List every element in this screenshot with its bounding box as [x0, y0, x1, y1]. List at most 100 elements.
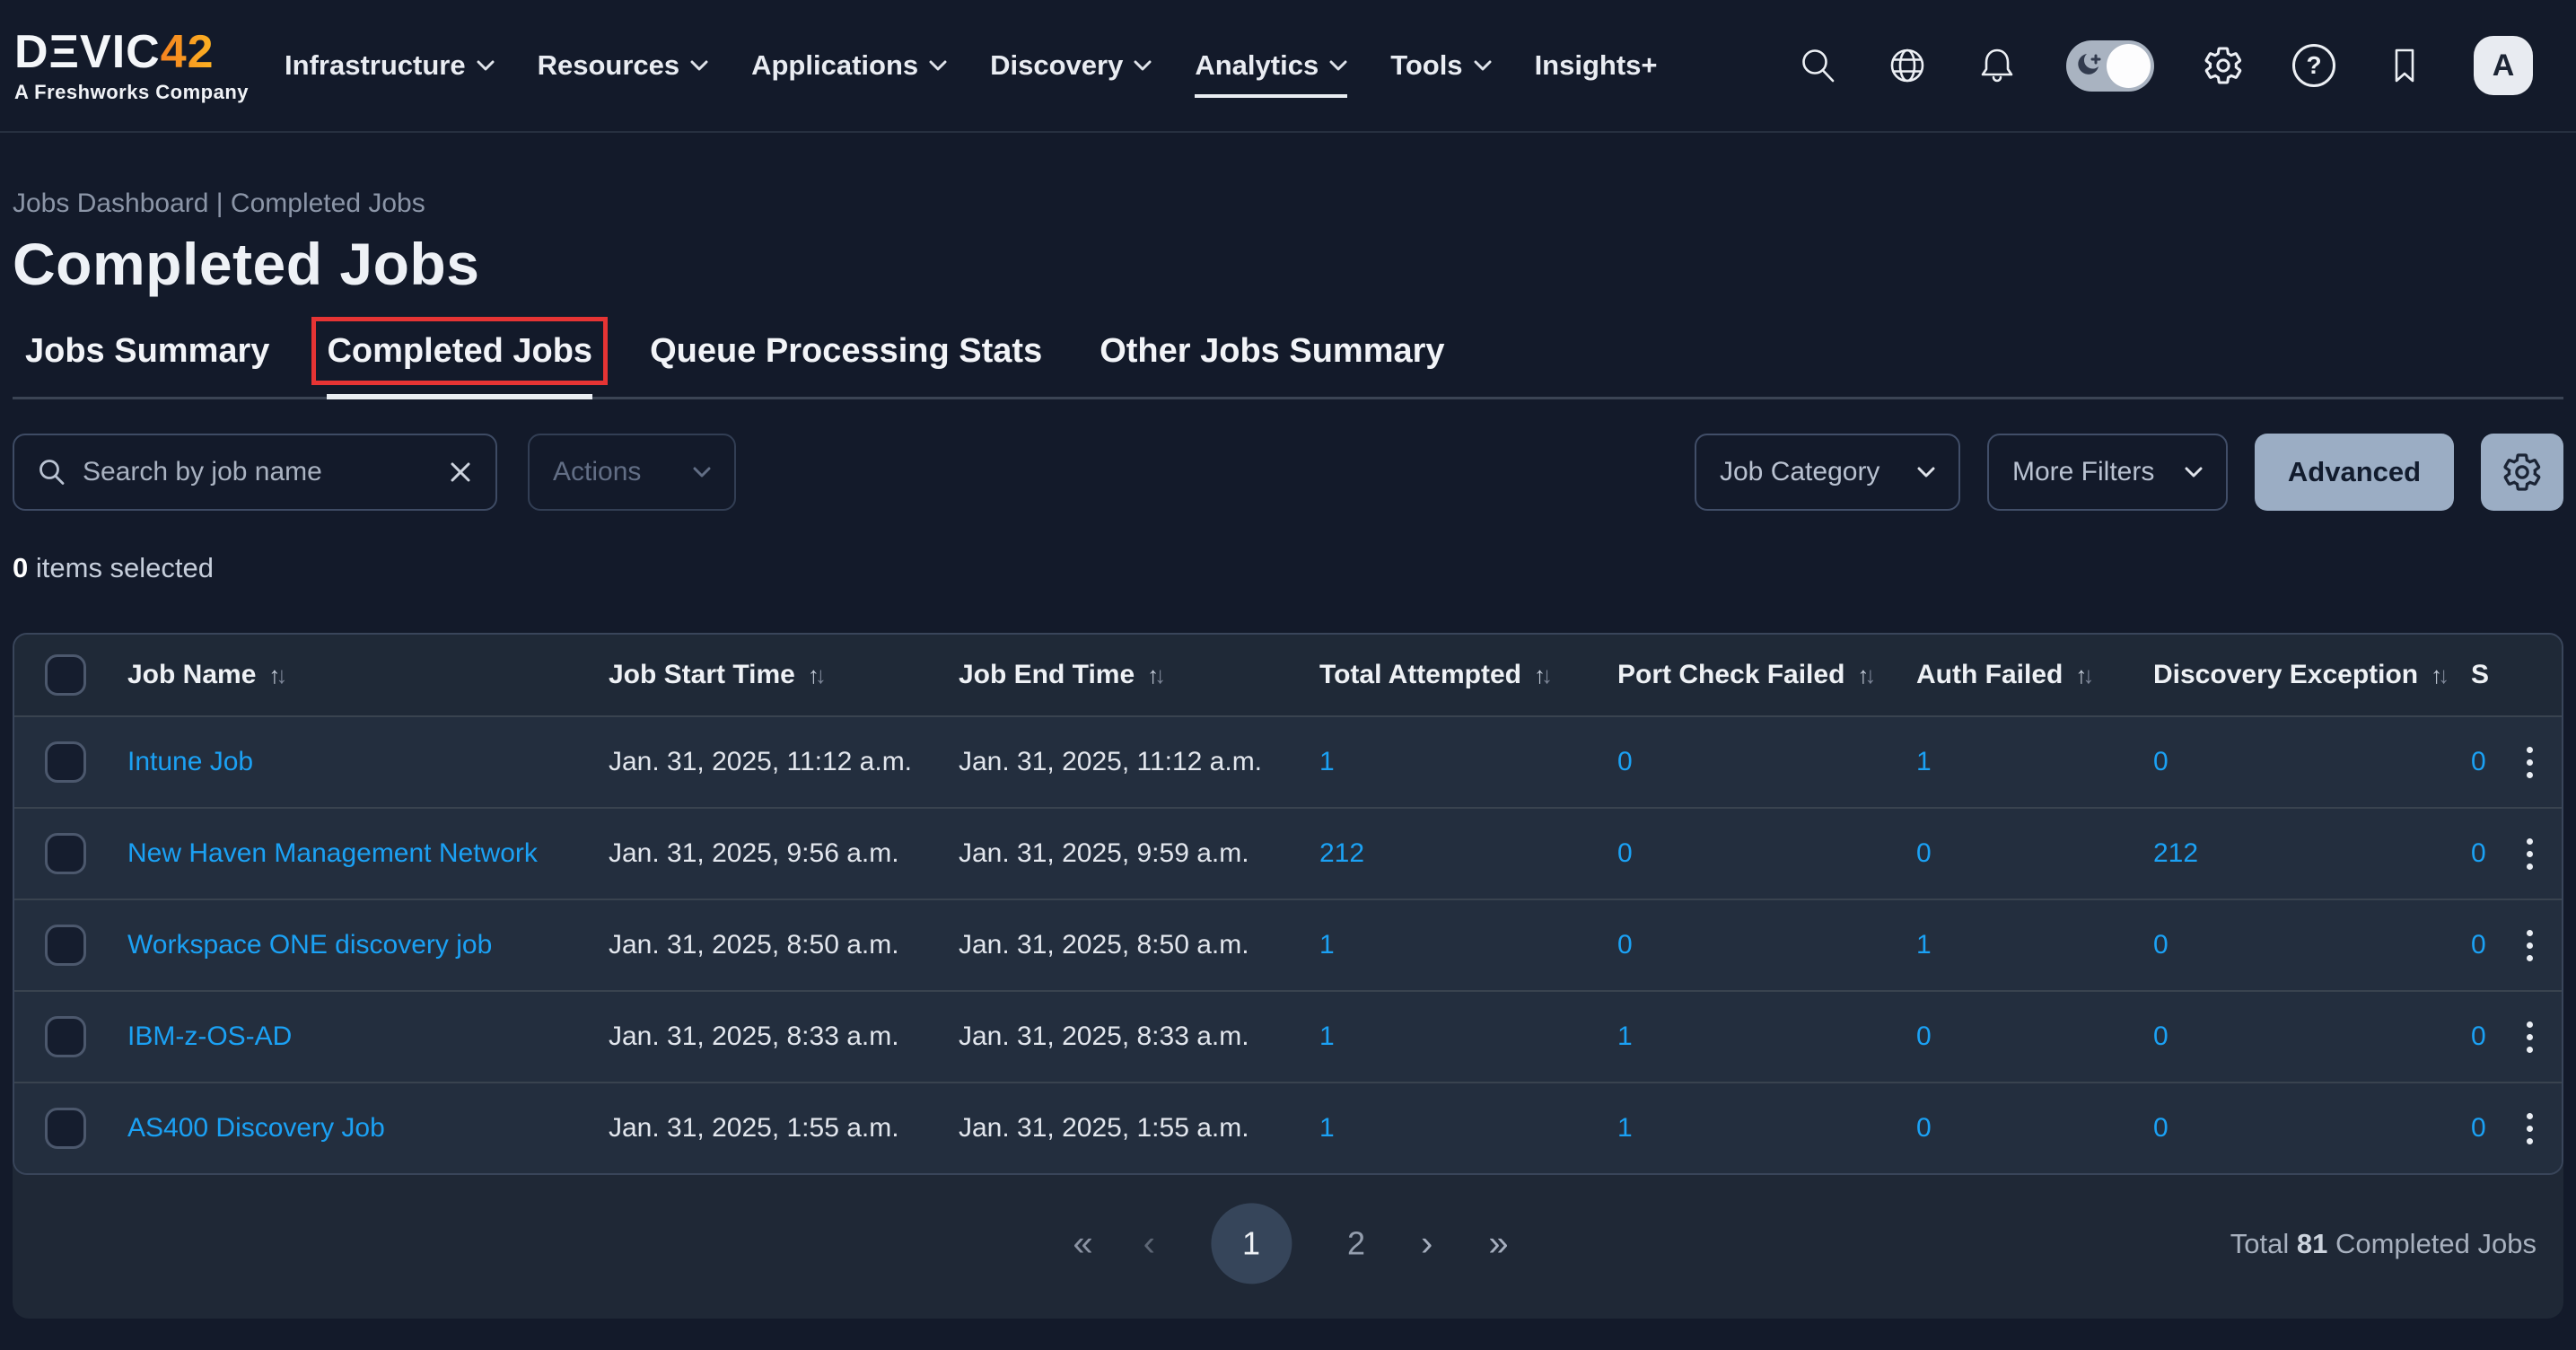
row-checkbox[interactable] [45, 1108, 86, 1149]
row-checkbox[interactable] [45, 833, 86, 874]
search-icon[interactable] [1797, 45, 1838, 86]
row-checkbox[interactable] [45, 1016, 86, 1057]
row-actions-kebab-icon[interactable] [2521, 833, 2538, 875]
sort-icon: ↑↓ [808, 662, 827, 689]
job-category-dropdown[interactable]: Job Category [1695, 434, 1960, 511]
total-attempted-link[interactable]: 1 [1319, 930, 1617, 960]
job-start-time: Jan. 31, 2025, 11:12 a.m. [609, 747, 959, 777]
auth-failed-link[interactable]: 0 [1916, 1021, 2153, 1052]
port-check-failed-link[interactable]: 0 [1617, 930, 1916, 960]
nav-item-insights-plus[interactable]: Insights+ [1535, 33, 1658, 98]
nav-item-analytics[interactable]: Analytics [1195, 33, 1347, 98]
row-checkbox[interactable] [45, 741, 86, 783]
search-box[interactable] [13, 434, 497, 511]
bookmark-icon[interactable] [2384, 45, 2425, 86]
discovery-exception-link[interactable]: 0 [2153, 1021, 2471, 1052]
breadcrumb[interactable]: Jobs Dashboard | Completed Jobs [13, 188, 2563, 219]
tab-queue-processing-stats[interactable]: Queue Processing Stats [650, 332, 1042, 399]
user-avatar[interactable]: A [2474, 36, 2533, 95]
tabs-bar: Jobs Summary Completed Jobs Queue Proces… [13, 332, 2563, 399]
port-check-failed-link[interactable]: 0 [1617, 747, 1916, 777]
discovery-exception-link[interactable]: 0 [2153, 930, 2471, 960]
job-name-link[interactable]: IBM-z-OS-AD [127, 1021, 609, 1052]
help-icon[interactable]: ? [2292, 44, 2335, 87]
theme-toggle[interactable] [2066, 40, 2154, 92]
column-header-auth-failed[interactable]: Auth Failed ↑↓ [1916, 660, 2153, 690]
total-attempted-link[interactable]: 1 [1319, 1021, 1617, 1052]
job-name-link[interactable]: New Haven Management Network [127, 838, 609, 869]
table-settings-button[interactable] [2481, 434, 2563, 511]
auth-failed-link[interactable]: 0 [1916, 838, 2153, 869]
search-icon [36, 457, 66, 487]
auth-failed-link[interactable]: 1 [1916, 747, 2153, 777]
discovery-exception-link[interactable]: 212 [2153, 838, 2471, 869]
row-actions-kebab-icon[interactable] [2521, 925, 2538, 967]
discovery-exception-link[interactable]: 0 [2153, 747, 2471, 777]
pagination-first-icon[interactable]: « [1073, 1225, 1087, 1261]
port-check-failed-link[interactable]: 1 [1617, 1113, 1916, 1144]
total-attempted-link[interactable]: 212 [1319, 838, 1617, 869]
port-check-failed-link[interactable]: 1 [1617, 1021, 1916, 1052]
sort-icon: ↑↓ [1147, 662, 1166, 689]
nav-item-tools[interactable]: Tools [1390, 33, 1491, 98]
row-actions-kebab-icon[interactable] [2521, 741, 2538, 784]
chevron-down-icon [2185, 467, 2203, 478]
advanced-button[interactable]: Advanced [2255, 434, 2454, 511]
column-header-total-attempted[interactable]: Total Attempted ↑↓ [1319, 660, 1617, 690]
job-name-link[interactable]: Intune Job [127, 747, 609, 777]
settings-gear-icon[interactable] [2203, 45, 2244, 86]
pagination: « ‹ 1 2 › » [1073, 1203, 1503, 1284]
logo-text: DΞVIC42 [14, 29, 249, 75]
sort-icon: ↑↓ [2431, 662, 2449, 689]
tab-jobs-summary[interactable]: Jobs Summary [25, 332, 269, 399]
column-header-port-check-failed[interactable]: Port Check Failed ↑↓ [1617, 660, 1916, 690]
s-column-link[interactable]: 0 [2471, 838, 2521, 869]
column-header-job-start-time[interactable]: Job Start Time ↑↓ [609, 660, 959, 690]
s-column-link[interactable]: 0 [2471, 1113, 2521, 1144]
tab-other-jobs-summary[interactable]: Other Jobs Summary [1100, 332, 1444, 399]
discovery-exception-link[interactable]: 0 [2153, 1113, 2471, 1144]
chevron-down-icon [690, 60, 708, 72]
nav-item-resources[interactable]: Resources [538, 33, 709, 98]
pagination-next-icon[interactable]: › [1421, 1225, 1433, 1261]
s-column-link[interactable]: 0 [2471, 1021, 2521, 1052]
actions-dropdown[interactable]: Actions [528, 434, 736, 511]
nav-item-infrastructure[interactable]: Infrastructure [285, 33, 495, 98]
main-nav: Infrastructure Resources Applications Di… [285, 33, 1657, 98]
pagination-page-1[interactable]: 1 [1211, 1203, 1292, 1284]
sort-icon: ↑↓ [268, 662, 287, 689]
device42-logo[interactable]: DΞVIC42 A Freshworks Company [14, 29, 249, 102]
auth-failed-link[interactable]: 0 [1916, 1113, 2153, 1144]
tab-completed-jobs[interactable]: Completed Jobs [327, 332, 592, 399]
toggle-knob [2107, 44, 2151, 88]
job-name-link[interactable]: AS400 Discovery Job [127, 1113, 609, 1144]
job-name-link[interactable]: Workspace ONE discovery job [127, 930, 609, 960]
nav-item-discovery[interactable]: Discovery [990, 33, 1152, 98]
row-actions-kebab-icon[interactable] [2521, 1108, 2538, 1150]
column-header-discovery-exception[interactable]: Discovery Exception ↑↓ [2153, 660, 2471, 690]
auth-failed-link[interactable]: 1 [1916, 930, 2153, 960]
total-attempted-link[interactable]: 1 [1319, 747, 1617, 777]
pagination-page-2[interactable]: 2 [1347, 1227, 1365, 1259]
s-column-link[interactable]: 0 [2471, 747, 2521, 777]
more-filters-dropdown[interactable]: More Filters [1987, 434, 2228, 511]
pagination-prev-icon[interactable]: ‹ [1143, 1225, 1155, 1261]
clear-search-icon[interactable] [447, 459, 474, 486]
total-attempted-link[interactable]: 1 [1319, 1113, 1617, 1144]
column-header-s-truncated[interactable]: S [2471, 660, 2521, 690]
pagination-last-icon[interactable]: » [1488, 1225, 1503, 1261]
port-check-failed-link[interactable]: 0 [1617, 838, 1916, 869]
notifications-bell-icon[interactable] [1976, 45, 2018, 86]
row-actions-kebab-icon[interactable] [2521, 1016, 2538, 1058]
chevron-down-icon [1474, 60, 1492, 72]
s-column-link[interactable]: 0 [2471, 930, 2521, 960]
select-all-checkbox[interactable] [45, 654, 86, 696]
nav-item-applications[interactable]: Applications [751, 33, 947, 98]
column-header-job-name[interactable]: Job Name ↑↓ [127, 660, 609, 690]
red-highlight-box: Completed Jobs [327, 332, 592, 370]
search-input[interactable] [83, 457, 431, 487]
sort-icon: ↑↓ [1534, 662, 1553, 689]
globe-icon[interactable] [1887, 45, 1928, 86]
row-checkbox[interactable] [45, 925, 86, 966]
column-header-job-end-time[interactable]: Job End Time ↑↓ [959, 660, 1319, 690]
